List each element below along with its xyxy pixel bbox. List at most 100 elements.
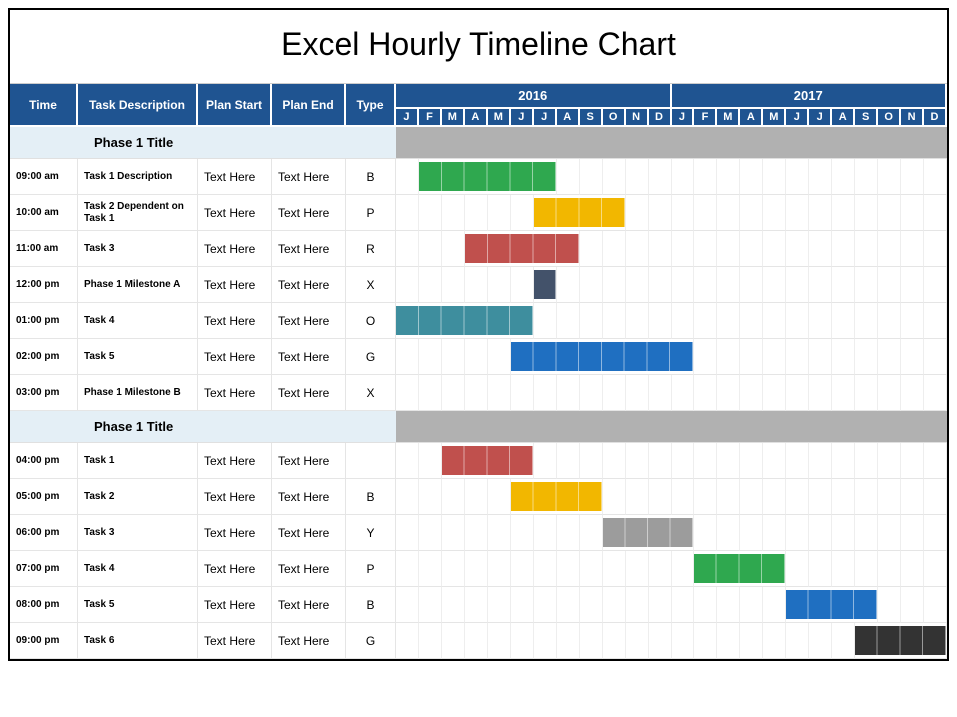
gantt-cell bbox=[763, 339, 786, 375]
gantt-cell bbox=[901, 551, 924, 587]
gantt-cell bbox=[580, 267, 603, 303]
gantt-cell bbox=[557, 587, 580, 623]
gantt-cell bbox=[557, 515, 580, 551]
gantt-cell bbox=[878, 267, 901, 303]
gantt-cell bbox=[511, 551, 534, 587]
gantt-cell bbox=[465, 195, 488, 231]
gantt-cell bbox=[557, 303, 580, 339]
gantt-cell bbox=[763, 231, 786, 267]
gantt-cell bbox=[557, 443, 580, 479]
gantt-cell bbox=[626, 195, 649, 231]
gantt-cell bbox=[740, 479, 763, 515]
row-desc: Task 4 bbox=[78, 303, 198, 339]
phase-bar bbox=[396, 411, 947, 443]
gantt-cell bbox=[580, 231, 603, 267]
gantt-cell bbox=[603, 623, 626, 659]
gantt-cell bbox=[694, 339, 717, 375]
gantt-cell bbox=[809, 479, 832, 515]
header-month: J bbox=[396, 109, 419, 127]
gantt-cell bbox=[672, 375, 695, 411]
header-month: J bbox=[786, 109, 809, 127]
row-plan-end: Text Here bbox=[272, 587, 346, 623]
gantt-cell bbox=[694, 303, 717, 339]
gantt-cell bbox=[740, 443, 763, 479]
gantt-cell bbox=[511, 623, 534, 659]
row-desc: Task 1 Description bbox=[78, 159, 198, 195]
gantt-cell bbox=[832, 231, 855, 267]
gantt-cell bbox=[603, 375, 626, 411]
header-plan-end: Plan End bbox=[272, 84, 346, 127]
header-month: N bbox=[901, 109, 924, 127]
gantt-cell bbox=[534, 623, 557, 659]
gantt-cell bbox=[924, 231, 947, 267]
row-type: G bbox=[346, 623, 396, 659]
row-plan-start: Text Here bbox=[198, 159, 272, 195]
gantt-bar bbox=[396, 306, 533, 335]
gantt-cell bbox=[924, 515, 947, 551]
header-month: O bbox=[878, 109, 901, 127]
gantt-cell bbox=[832, 339, 855, 375]
gantt-cell bbox=[672, 195, 695, 231]
gantt-cell bbox=[740, 515, 763, 551]
gantt-cell bbox=[694, 231, 717, 267]
gantt-cell bbox=[786, 623, 809, 659]
row-plan-end: Text Here bbox=[272, 231, 346, 267]
gantt-cell bbox=[786, 551, 809, 587]
gantt-cell bbox=[580, 159, 603, 195]
gantt-cell bbox=[465, 267, 488, 303]
gantt-cell bbox=[878, 375, 901, 411]
header-month: D bbox=[924, 109, 947, 127]
row-plan-start: Text Here bbox=[198, 479, 272, 515]
row-desc: Task 2 Dependent on Task 1 bbox=[78, 195, 198, 231]
gantt-cell bbox=[694, 515, 717, 551]
gantt-cell bbox=[855, 267, 878, 303]
header-month: N bbox=[626, 109, 649, 127]
gantt-cell bbox=[763, 195, 786, 231]
gantt-cell bbox=[878, 551, 901, 587]
gantt-cell bbox=[488, 375, 511, 411]
gantt-cell bbox=[465, 339, 488, 375]
header-month: J bbox=[809, 109, 832, 127]
gantt-cell bbox=[465, 231, 580, 267]
gantt-cell bbox=[740, 159, 763, 195]
gantt-cell bbox=[740, 195, 763, 231]
header-month: F bbox=[419, 109, 442, 127]
gantt-cell bbox=[649, 159, 672, 195]
gantt-cell bbox=[901, 267, 924, 303]
gantt-cell bbox=[717, 195, 740, 231]
gantt-cell bbox=[580, 375, 603, 411]
gantt-cell bbox=[763, 443, 786, 479]
gantt-cell bbox=[878, 443, 901, 479]
gantt-cell bbox=[649, 551, 672, 587]
gantt-cell bbox=[809, 267, 832, 303]
gantt-cell bbox=[442, 443, 534, 479]
header-type: Type bbox=[346, 84, 396, 127]
gantt-bar bbox=[603, 518, 694, 547]
gantt-cell bbox=[396, 303, 534, 339]
gantt-cell bbox=[694, 267, 717, 303]
gantt-cell bbox=[832, 195, 855, 231]
gantt-cell bbox=[626, 551, 649, 587]
header-month: J bbox=[534, 109, 557, 127]
gantt-cell bbox=[534, 515, 557, 551]
gantt-cell bbox=[717, 515, 740, 551]
gantt-cell bbox=[924, 375, 947, 411]
gantt-cell bbox=[465, 515, 488, 551]
row-type: G bbox=[346, 339, 396, 375]
row-plan-start: Text Here bbox=[198, 375, 272, 411]
header-month: M bbox=[717, 109, 740, 127]
gantt-cell bbox=[901, 159, 924, 195]
gantt-cell bbox=[649, 195, 672, 231]
gantt-cell bbox=[580, 443, 603, 479]
gantt-cell bbox=[626, 231, 649, 267]
row-type: B bbox=[346, 479, 396, 515]
gantt-cell bbox=[396, 339, 419, 375]
gantt-cell bbox=[924, 195, 947, 231]
row-time: 06:00 pm bbox=[10, 515, 78, 551]
gantt-cell bbox=[649, 443, 672, 479]
gantt-cell bbox=[442, 375, 465, 411]
row-time: 11:00 am bbox=[10, 231, 78, 267]
gantt-cell bbox=[534, 375, 557, 411]
header-month: O bbox=[603, 109, 626, 127]
gantt-cell bbox=[396, 159, 419, 195]
